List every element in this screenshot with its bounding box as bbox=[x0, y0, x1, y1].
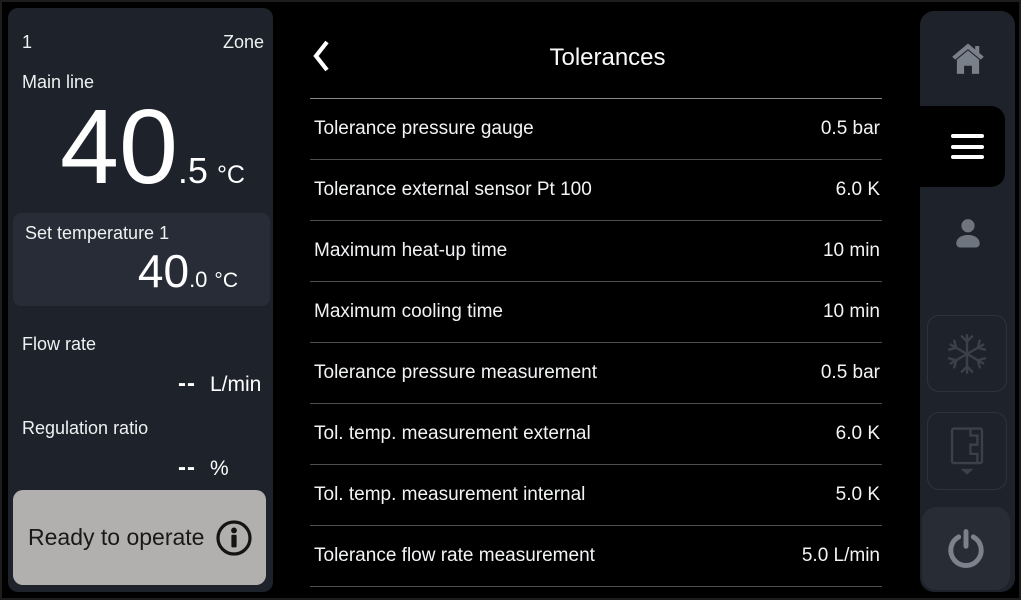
tolerance-row-label: Tolerance flow rate measurement bbox=[310, 545, 595, 567]
user-icon bbox=[950, 215, 986, 253]
main-temp-unit: °C bbox=[217, 161, 245, 190]
tolerance-list: Tolerance pressure gauge 0.5 bar Toleran… bbox=[310, 99, 882, 587]
tolerance-row-value: 5.0 K bbox=[836, 484, 882, 506]
sidebar-item-user[interactable] bbox=[920, 190, 1015, 278]
set-temperature-value: 40 .0 °C bbox=[138, 248, 238, 294]
menu-icon bbox=[951, 131, 984, 163]
tolerance-row[interactable]: Tol. temp. measurement external 6.0 K bbox=[310, 404, 882, 465]
tolerance-row[interactable]: Tolerance external sensor Pt 100 6.0 K bbox=[310, 160, 882, 221]
sidebar-item-menu[interactable] bbox=[920, 106, 1015, 187]
set-temp-integer: 40 bbox=[138, 248, 189, 294]
status-text: Ready to operate bbox=[28, 524, 204, 551]
flow-rate-unit: L/min bbox=[210, 373, 268, 397]
main-line-temperature: 40 .5 °C bbox=[8, 94, 273, 200]
zone-label: Zone bbox=[223, 32, 264, 53]
tolerance-row[interactable]: Tolerance pressure gauge 0.5 bar bbox=[310, 99, 882, 160]
tolerance-row-label: Tol. temp. measurement internal bbox=[310, 484, 585, 506]
set-temp-unit: °C bbox=[214, 269, 238, 293]
home-icon bbox=[949, 41, 987, 77]
mold-icon bbox=[944, 425, 990, 477]
info-icon[interactable] bbox=[215, 519, 253, 557]
zone-number: 1 bbox=[22, 32, 32, 53]
tolerance-row[interactable]: Tolerance flow rate measurement 5.0 L/mi… bbox=[310, 526, 882, 587]
tolerance-row-value: 10 min bbox=[823, 240, 882, 262]
page-title: Tolerances bbox=[310, 44, 905, 72]
sidebar-item-power[interactable] bbox=[922, 507, 1010, 590]
tolerance-row-label: Tol. temp. measurement external bbox=[310, 423, 591, 445]
tolerance-row-value: 6.0 K bbox=[836, 423, 882, 445]
set-temp-decimal: .0 bbox=[189, 267, 207, 293]
power-icon bbox=[944, 527, 988, 571]
regulation-ratio-value: -- % bbox=[8, 454, 268, 482]
flow-rate-label: Flow rate bbox=[22, 334, 96, 355]
sidebar-item-cooling[interactable] bbox=[927, 315, 1007, 392]
tolerance-row[interactable]: Tol. temp. measurement internal 5.0 K bbox=[310, 465, 882, 526]
regulation-ratio-label: Regulation ratio bbox=[22, 418, 148, 439]
regulation-ratio-reading: -- bbox=[178, 454, 196, 482]
zone-panel: 1 Zone Main line 40 .5 °C Set temperatur… bbox=[8, 8, 273, 592]
tolerance-row-value: 6.0 K bbox=[836, 179, 882, 201]
tolerance-row-label: Tolerance external sensor Pt 100 bbox=[310, 179, 592, 201]
flow-rate-reading: -- bbox=[178, 370, 196, 398]
set-temperature-card[interactable]: Set temperature 1 40 .0 °C bbox=[13, 213, 270, 306]
tolerance-row[interactable]: Tolerance pressure measurement 0.5 bar bbox=[310, 343, 882, 404]
tolerance-row-value: 10 min bbox=[823, 301, 882, 323]
snowflake-icon bbox=[942, 329, 992, 379]
regulation-ratio-unit: % bbox=[210, 457, 268, 481]
tolerance-row-value: 0.5 bar bbox=[821, 118, 882, 140]
main-temp-decimal: .5 bbox=[178, 150, 208, 192]
tolerance-row-value: 0.5 bar bbox=[821, 362, 882, 384]
zone-header: 1 Zone bbox=[22, 32, 264, 53]
sidebar-item-mold[interactable] bbox=[927, 412, 1007, 490]
status-bar[interactable]: Ready to operate bbox=[13, 490, 266, 585]
sidebar-item-home[interactable] bbox=[920, 11, 1015, 106]
main-temp-integer: 40 bbox=[60, 94, 178, 200]
tolerance-row-label: Maximum cooling time bbox=[310, 301, 503, 323]
tolerance-row-label: Maximum heat-up time bbox=[310, 240, 507, 262]
tolerance-row-label: Tolerance pressure measurement bbox=[310, 362, 597, 384]
flow-rate-value: -- L/min bbox=[8, 370, 268, 398]
tolerance-row-label: Tolerance pressure gauge bbox=[310, 118, 534, 140]
set-temperature-label: Set temperature 1 bbox=[25, 223, 169, 244]
tolerance-row[interactable]: Maximum heat-up time 10 min bbox=[310, 221, 882, 282]
tolerance-row-value: 5.0 L/min bbox=[802, 545, 882, 567]
tolerance-row[interactable]: Maximum cooling time 10 min bbox=[310, 282, 882, 343]
